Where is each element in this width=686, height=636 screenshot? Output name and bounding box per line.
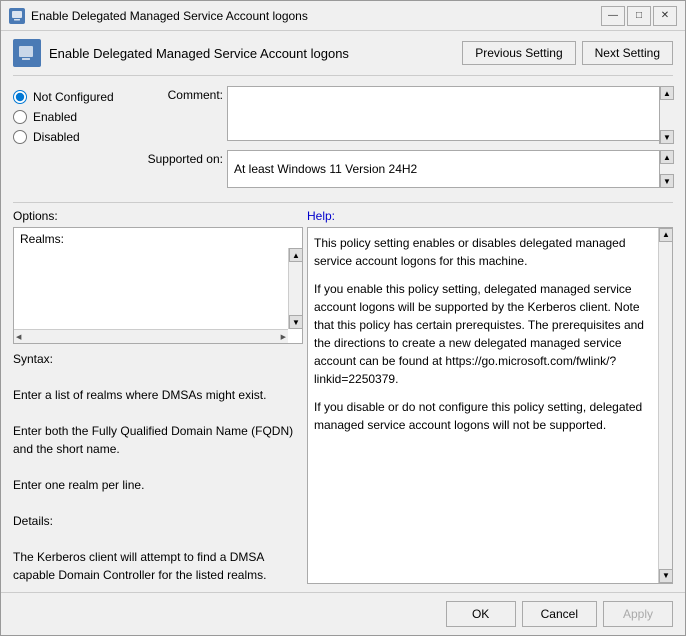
realms-content: ▲ ▼ ◀ ▶ (14, 248, 302, 343)
realms-textarea[interactable] (14, 248, 302, 329)
help-para3: If you disable or do not configure this … (314, 398, 652, 434)
help-scroll-up[interactable]: ▲ (659, 228, 673, 242)
header-buttons: Previous Setting Next Setting (462, 41, 673, 65)
window-title: Enable Delegated Managed Service Account… (31, 9, 308, 23)
details-title: Details: (13, 512, 303, 530)
next-setting-button[interactable]: Next Setting (582, 41, 673, 65)
details-text: The Kerberos client will attempt to find… (13, 548, 303, 584)
help-para2: If you enable this policy setting, deleg… (314, 280, 652, 388)
title-controls: — □ ✕ (601, 6, 677, 26)
header-row: Enable Delegated Managed Service Account… (13, 39, 673, 76)
help-box: This policy setting enables or disables … (307, 227, 673, 584)
realms-scroll-down[interactable]: ▼ (289, 315, 303, 329)
supported-label: Supported on: (133, 150, 223, 166)
help-scrollbar: ▲ ▼ (658, 228, 672, 583)
header-title: Enable Delegated Managed Service Account… (49, 46, 349, 61)
supported-scroll-up[interactable]: ▲ (660, 150, 674, 164)
header-icon (13, 39, 41, 67)
enabled-radio[interactable]: Enabled (13, 110, 133, 124)
comment-scroll-up[interactable]: ▲ (660, 86, 674, 100)
syntax-line2: Enter a list of realms where DMSAs might… (13, 386, 303, 404)
header-left: Enable Delegated Managed Service Account… (13, 39, 349, 67)
syntax-line3: Enter both the Fully Qualified Domain Na… (13, 422, 303, 458)
realms-box: Realms: ▲ ▼ ◀ ▶ (13, 227, 303, 344)
help-para1: This policy setting enables or disables … (314, 234, 652, 270)
section-titles: Options: Help: (13, 209, 673, 223)
options-help-row: Realms: ▲ ▼ ◀ ▶ (13, 227, 673, 584)
comment-container: ▲ ▼ (227, 86, 673, 144)
realms-scrollbar-v: ▲ ▼ (288, 248, 302, 329)
help-title-wrap: Help: (307, 209, 673, 223)
radio-group: Not Configured Enabled Disabled (13, 86, 133, 188)
supported-row: Supported on: At least Windows 11 Versio… (133, 150, 673, 188)
comment-label: Comment: (133, 86, 223, 102)
content-area: Enable Delegated Managed Service Account… (1, 31, 685, 592)
help-text: This policy setting enables or disables … (308, 228, 672, 583)
right-panel: Comment: ▲ ▼ Supported on: At least (133, 86, 673, 188)
apply-button[interactable]: Apply (603, 601, 673, 627)
main-window: Enable Delegated Managed Service Account… (0, 0, 686, 636)
supported-scrollbar: ▲ ▼ (659, 150, 673, 188)
options-title-wrap: Options: (13, 209, 303, 223)
supported-scroll-down[interactable]: ▼ (660, 174, 674, 188)
supported-container: At least Windows 11 Version 24H2 ▲ ▼ (227, 150, 673, 188)
not-configured-radio[interactable]: Not Configured (13, 90, 133, 104)
window-icon (9, 8, 25, 24)
realms-label: Realms: (14, 228, 302, 248)
syntax-title: Syntax: (13, 350, 303, 368)
settings-section: Not Configured Enabled Disabled Comment: (13, 86, 673, 188)
divider (13, 202, 673, 203)
cancel-button[interactable]: Cancel (522, 601, 597, 627)
disabled-radio[interactable]: Disabled (13, 130, 133, 144)
comment-scrollbar: ▲ ▼ (659, 86, 673, 144)
bottom-bar: OK Cancel Apply (1, 592, 685, 635)
syntax-line4: Enter one realm per line. (13, 476, 303, 494)
realms-scrollbar-h: ◀ ▶ (14, 329, 288, 343)
minimize-button[interactable]: — (601, 6, 625, 26)
comment-row: Comment: ▲ ▼ (133, 86, 673, 144)
comment-scroll-down[interactable]: ▼ (660, 130, 674, 144)
help-title: Help: (307, 209, 335, 223)
help-scroll-down[interactable]: ▼ (659, 569, 673, 583)
realms-scroll-right[interactable]: ▶ (281, 333, 286, 341)
previous-setting-button[interactable]: Previous Setting (462, 41, 575, 65)
help-section: This policy setting enables or disables … (307, 227, 673, 584)
title-bar-left: Enable Delegated Managed Service Account… (9, 8, 308, 24)
syntax-area: Syntax: Enter a list of realms where DMS… (13, 350, 303, 584)
ok-button[interactable]: OK (446, 601, 516, 627)
comment-textarea[interactable] (227, 86, 673, 141)
close-button[interactable]: ✕ (653, 6, 677, 26)
options-section: Realms: ▲ ▼ ◀ ▶ (13, 227, 303, 584)
supported-value: At least Windows 11 Version 24H2 (227, 150, 673, 188)
title-bar: Enable Delegated Managed Service Account… (1, 1, 685, 31)
realms-scroll-up[interactable]: ▲ (289, 248, 303, 262)
realms-scroll-left[interactable]: ◀ (16, 333, 21, 341)
maximize-button[interactable]: □ (627, 6, 651, 26)
options-title: Options: (13, 209, 58, 223)
